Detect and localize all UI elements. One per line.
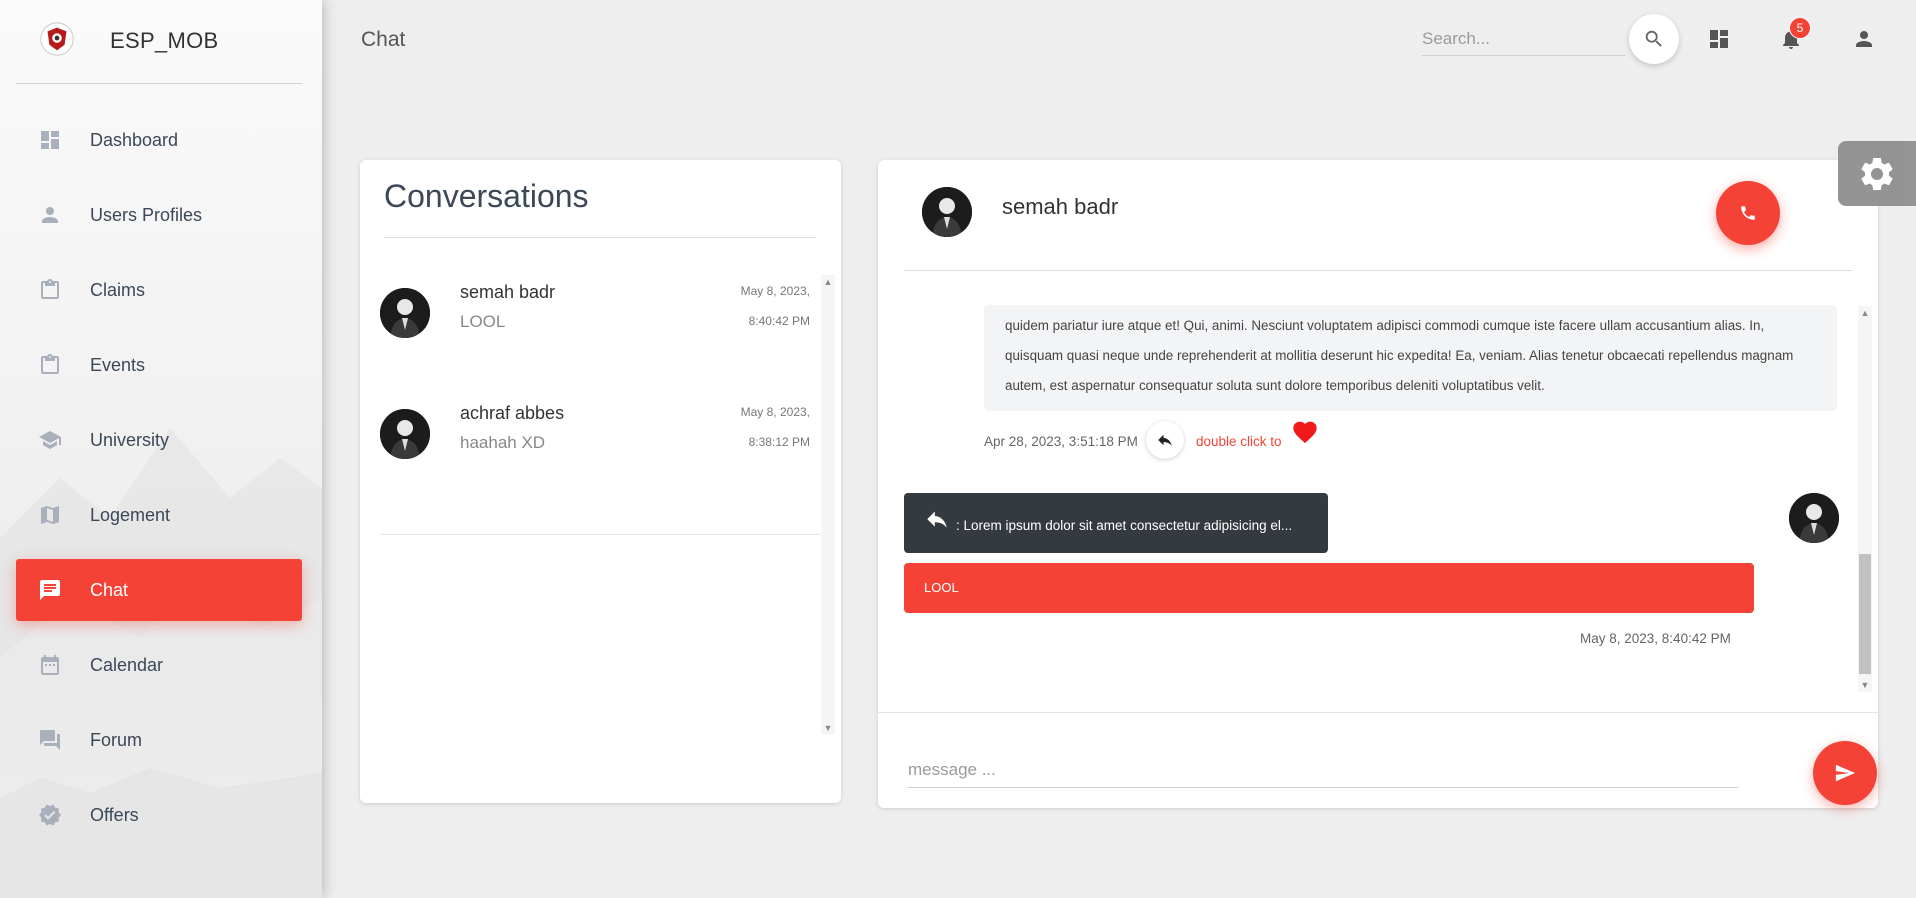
clipboard-icon <box>38 353 62 377</box>
conversation-item[interactable]: achraf abbes haahah XD May 8, 2023, 8:38… <box>380 403 810 529</box>
messages-area: quidem pariatur iure atque et! Qui, anim… <box>878 305 1878 701</box>
person-icon <box>1856 31 1872 47</box>
sidebar-item-label: Calendar <box>90 655 164 675</box>
received-message[interactable]: quidem pariatur iure atque et! Qui, anim… <box>984 305 1837 411</box>
sidebar-item-events[interactable]: Events <box>16 334 302 396</box>
notification-badge: 5 <box>1789 17 1811 39</box>
chat-icon <box>38 578 62 602</box>
dashboard-icon <box>38 128 62 152</box>
dashboard-icon <box>1710 30 1728 48</box>
sent-message-text: LOOL <box>924 580 959 595</box>
search-button[interactable] <box>1629 14 1679 64</box>
sidebar-item-label: Dashboard <box>90 130 179 150</box>
search-icon <box>1645 30 1662 47</box>
received-message-text: quidem pariatur iure atque et! Qui, anim… <box>1005 318 1794 393</box>
gear-icon <box>1861 157 1893 190</box>
sidebar-item-users-profiles[interactable]: Users Profiles <box>16 184 302 246</box>
divider <box>380 534 820 535</box>
conversation-last-message: haahah XD <box>460 433 546 452</box>
forum-icon <box>38 728 62 752</box>
reply-icon <box>1158 434 1172 446</box>
sidebar-item-label: Offers <box>90 805 139 825</box>
sent-message-time: May 8, 2023, 8:40:42 PM <box>1580 631 1731 646</box>
sidebar-item-forum[interactable]: Forum <box>16 709 302 771</box>
contact-avatar <box>922 187 972 237</box>
conversation-date: May 8, 2023, <box>740 405 810 419</box>
settings-button[interactable] <box>1838 141 1916 206</box>
sender-avatar <box>1789 493 1839 543</box>
calendar-icon <box>38 653 62 677</box>
scroll-thumb[interactable] <box>1859 554 1871 674</box>
conversation-item[interactable]: semah badr LOOL May 8, 2023, 8:40:42 PM <box>380 282 810 408</box>
divider <box>384 237 816 238</box>
sidebar-item-label: Forum <box>90 730 143 750</box>
map-icon <box>38 503 62 527</box>
clipboard-icon <box>38 278 62 302</box>
scroll-up-icon[interactable]: ▲ <box>821 275 835 289</box>
conversation-last-message: LOOL <box>460 312 506 331</box>
chat-card: semah badr quidem pariatur iure atque et… <box>878 160 1878 808</box>
sidebar-item-chat[interactable]: Chat <box>16 559 302 621</box>
contact-name: semah badr <box>1002 194 1119 219</box>
school-icon <box>38 428 62 452</box>
sidebar-item-label: University <box>90 430 170 450</box>
sidebar-item-university[interactable]: University <box>16 409 302 471</box>
received-message-time: Apr 28, 2023, 3:51:18 PM <box>984 434 1138 449</box>
conversations-card: Conversations semah badr LOOL May 8, 202… <box>360 160 841 803</box>
divider <box>878 712 1878 713</box>
double-click-hint: double click to <box>1196 434 1282 449</box>
message-input[interactable] <box>908 752 1738 788</box>
verified-badge-icon <box>38 803 62 827</box>
app-name: ESP_MOB <box>110 28 219 53</box>
scroll-down-icon[interactable]: ▼ <box>821 721 835 735</box>
reply-button[interactable] <box>1146 421 1184 459</box>
phone-icon <box>1741 206 1755 220</box>
sidebar-item-logement[interactable]: Logement <box>16 484 302 546</box>
sidebar-item-label: Chat <box>90 580 129 600</box>
reply-icon <box>927 511 947 528</box>
scroll-down-icon[interactable]: ▼ <box>1858 678 1872 692</box>
scroll-up-icon[interactable]: ▲ <box>1858 306 1872 320</box>
avatar <box>380 409 430 459</box>
sidebar-item-label: Logement <box>90 505 171 525</box>
reply-quote: : Lorem ipsum dolor sit amet consectetur… <box>904 493 1328 553</box>
sidebar-item-dashboard[interactable]: Dashboard <box>16 109 302 171</box>
brand[interactable]: ESP_MOB <box>16 0 302 84</box>
conversations-title: Conversations <box>384 178 589 214</box>
conversation-time: 8:38:12 PM <box>748 435 810 449</box>
sidebar-item-offers[interactable]: Offers <box>16 784 302 846</box>
profile-button[interactable] <box>1851 26 1877 52</box>
sidebar-item-label: Events <box>90 355 146 375</box>
reply-quote-text: : Lorem ipsum dolor sit amet consectetur… <box>956 518 1293 533</box>
conversation-date: May 8, 2023, <box>740 284 810 298</box>
heart-icon[interactable] <box>1291 418 1319 444</box>
send-button[interactable] <box>1813 741 1877 805</box>
sidebar-item-label: Claims <box>90 280 146 300</box>
person-icon <box>38 203 62 227</box>
logo-icon <box>40 22 74 56</box>
conversation-time: 8:40:42 PM <box>748 314 810 328</box>
messages-scrollbar[interactable]: ▲ ▼ <box>1858 306 1872 692</box>
sidebar-item-calendar[interactable]: Calendar <box>16 634 302 696</box>
sent-message[interactable]: LOOL <box>904 563 1754 613</box>
page-title: Chat <box>361 28 406 51</box>
sidebar-item-label: Users Profiles <box>90 205 203 225</box>
divider <box>904 270 1852 271</box>
send-icon <box>1835 764 1856 782</box>
conversation-name: achraf abbes <box>460 403 565 423</box>
dashboard-button[interactable] <box>1706 26 1732 52</box>
conversation-name: semah badr <box>460 282 556 302</box>
sidebar-item-claims[interactable]: Claims <box>16 259 302 321</box>
call-button[interactable] <box>1716 181 1780 245</box>
avatar <box>380 288 430 338</box>
search-input[interactable] <box>1422 22 1626 56</box>
sidebar: ESP_MOB Dashboard Users Profiles Claims … <box>0 0 322 898</box>
conversations-scrollbar[interactable]: ▲ ▼ <box>821 275 835 735</box>
